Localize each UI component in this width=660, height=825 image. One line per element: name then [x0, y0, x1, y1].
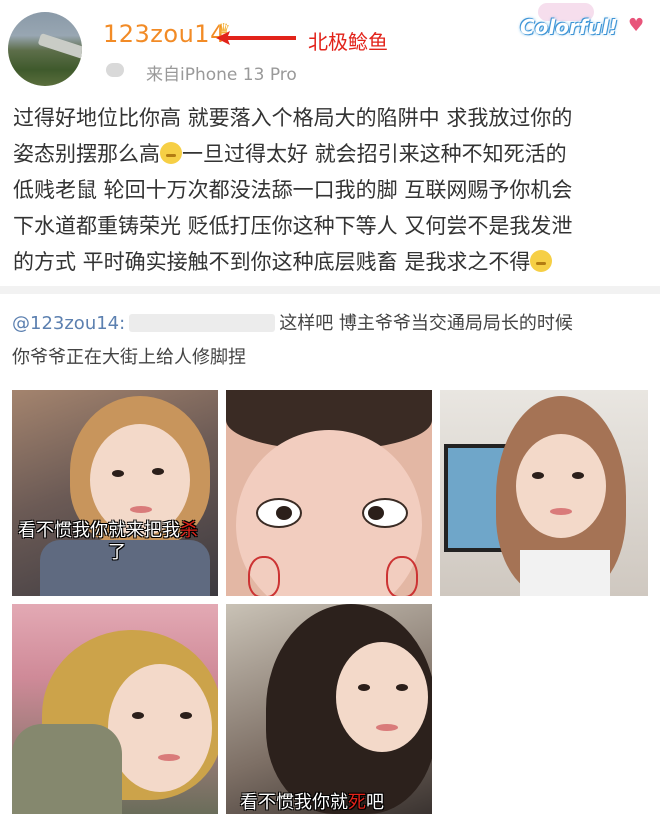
caption-mark: 死: [348, 792, 366, 813]
redacted-name: [129, 314, 276, 332]
post-line: 姿态别摆那么高 一旦过得太好 就会招引来这种不知死活的: [13, 136, 653, 172]
caption-text: 看不惯我你就来把我: [18, 520, 180, 541]
post-line: 的方式 平时确实接触不到你这种底层贱畜 是我求之不得: [13, 244, 653, 280]
post-line: 低贱老鼠 轮回十万次都没法舔一口我的脚 互联网赐予你机会: [13, 178, 573, 202]
annotation-label: 北极鲶鱼: [308, 30, 388, 54]
post-source: 来自iPhone 13 Pro: [146, 65, 297, 85]
caption-mark: 杀: [180, 520, 198, 541]
bunny-doodle-icon: [386, 556, 418, 596]
bunny-doodle-icon: [248, 556, 280, 596]
reply-line: @123zou14: 这样吧 博主爷爷当交通局局长的时候: [12, 307, 652, 341]
post-line-part: 一旦过得太好 就会招引来这种不知死活的: [182, 142, 567, 166]
post-body: 过得好地位比你高 就要落入个格局大的陷阱中 求我放过你的 姿态别摆那么高 一旦过得…: [13, 100, 653, 280]
photo-2[interactable]: [226, 390, 432, 596]
section-divider: [0, 286, 660, 294]
username-link[interactable]: 123zou14: [103, 20, 226, 48]
post-line-part: 的方式 平时确实接触不到你这种底层贱畜 是我求之不得: [13, 250, 531, 274]
badge-text: Colorful!: [520, 15, 618, 39]
photo-4[interactable]: [12, 604, 218, 814]
red-arrow-icon: [216, 31, 296, 45]
photo-3[interactable]: [440, 390, 648, 596]
reply-block: @123zou14: 这样吧 博主爷爷当交通局局长的时候 你爷爷正在大街上给人修脚…: [12, 307, 652, 375]
photo-1[interactable]: 看不惯我你就来把我杀 了: [12, 390, 218, 596]
mention-link[interactable]: @123zou14:: [12, 313, 125, 334]
post-line: 过得好地位比你高 就要落入个格局大的陷阱中 求我放过你的: [13, 106, 573, 130]
post-line-part: 姿态别摆那么高: [13, 142, 160, 166]
photo-caption: 看不惯我你就死吧: [240, 788, 384, 814]
heart-icon: ♥: [628, 15, 645, 36]
reply-line: 你爷爷正在大街上给人修脚捏: [12, 347, 246, 368]
caption-text: 吧: [366, 792, 384, 813]
reply-text: 这样吧 博主爷爷当交通局局长的时候: [279, 313, 573, 334]
post-line: 下水道都重铸荣光 贬低打压你这种下等人 又何尝不是我发泄: [13, 214, 573, 238]
caption-text: 看不惯我你就: [240, 792, 348, 813]
photo-caption: 看不惯我你就来把我杀 了: [18, 520, 218, 564]
caption-text: 了: [108, 542, 126, 563]
photo-5[interactable]: 看不惯我你就死吧: [226, 604, 432, 814]
redacted-time: [106, 63, 124, 77]
colorful-badge: Colorful! ♥: [512, 3, 650, 53]
smirk-emoji-icon: [160, 142, 182, 164]
smirk-emoji-icon: [530, 250, 553, 272]
avatar[interactable]: [8, 12, 82, 86]
